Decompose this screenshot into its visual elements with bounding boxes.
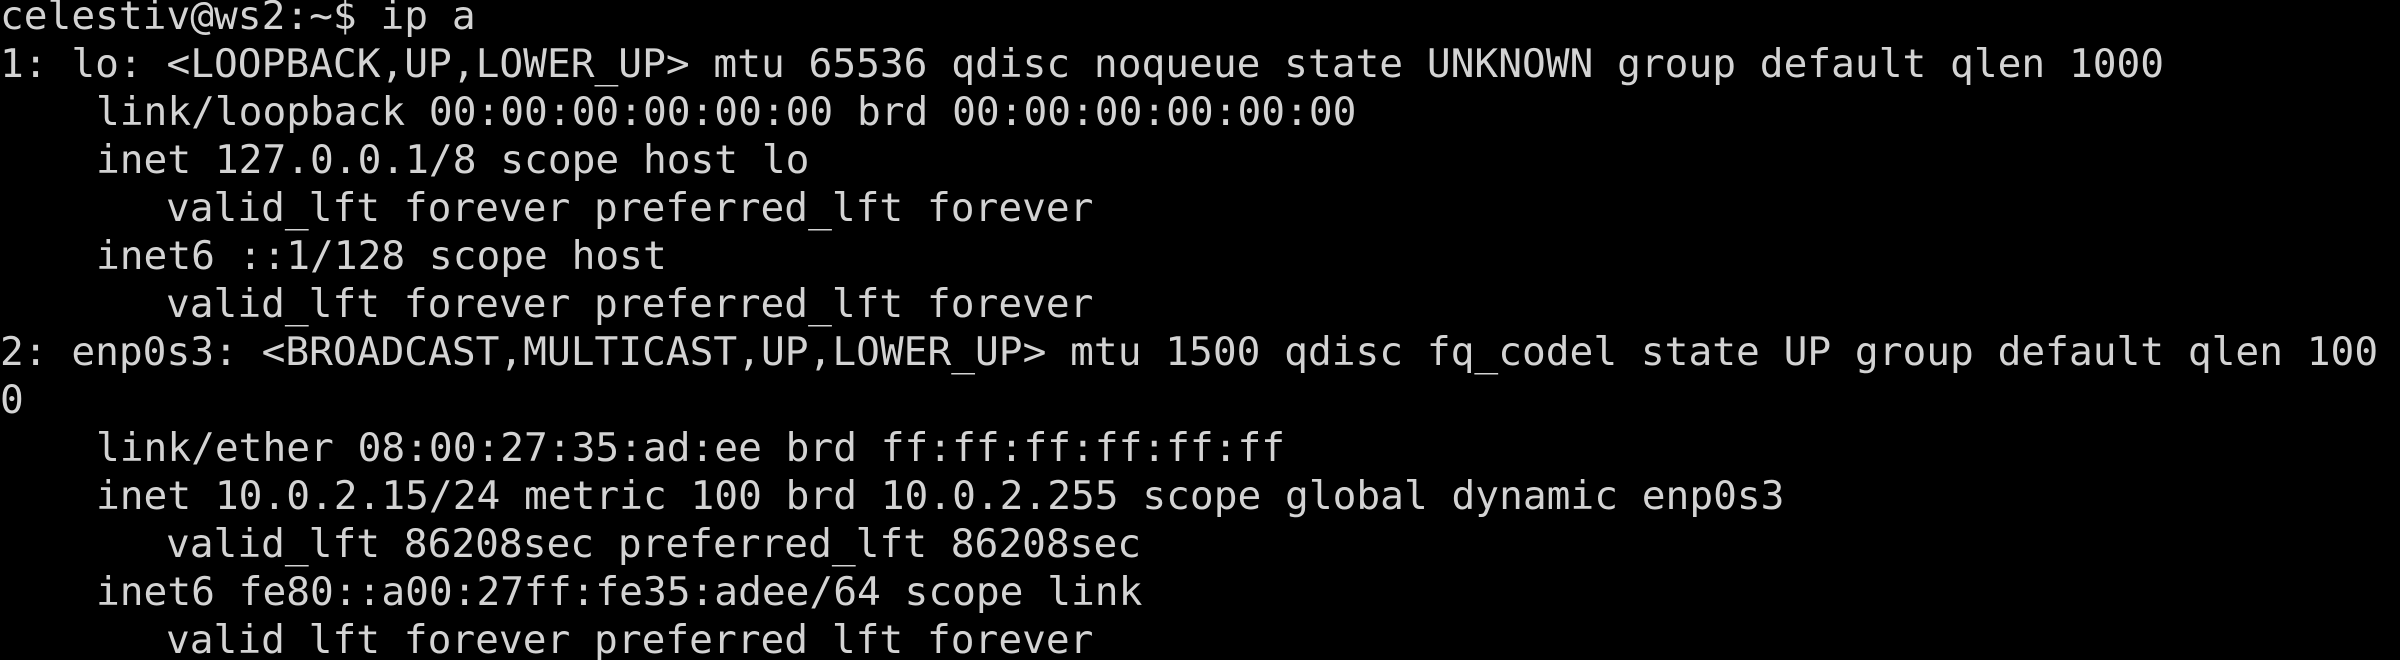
command-prompt-line: celestiv@ws2:~$ ip a	[0, 0, 476, 39]
terminal-window[interactable]: celestiv@ws2:~$ ip a 1: lo: <LOOPBACK,UP…	[0, 0, 2400, 660]
output-line: inet 10.0.2.15/24 metric 100 brd 10.0.2.…	[96, 473, 1785, 519]
output-line: link/loopback 00:00:00:00:00:00 brd 00:0…	[96, 89, 1357, 135]
output-line: 2: enp0s3: <BROADCAST,MULTICAST,UP,LOWER…	[0, 329, 2379, 375]
output-line: valid_lft 86208sec preferred_lft 86208se…	[166, 521, 1142, 567]
output-line: 1: lo: <LOOPBACK,UP,LOWER_UP> mtu 65536 …	[0, 41, 2165, 87]
output-line: valid_lft forever preferred_lft forever	[166, 617, 1094, 660]
output-line: valid_lft forever preferred_lft forever	[166, 281, 1094, 327]
output-line: link/ether 08:00:27:35:ad:ee brd ff:ff:f…	[96, 425, 1286, 471]
output-line: inet6 ::1/128 scope host	[96, 233, 667, 279]
output-line: valid_lft forever preferred_lft forever	[166, 185, 1094, 231]
output-line: inet6 fe80::a00:27ff:fe35:adee/64 scope …	[96, 569, 1143, 615]
output-line-wrap: 0	[0, 377, 24, 423]
output-line: inet 127.0.0.1/8 scope host lo	[96, 137, 810, 183]
